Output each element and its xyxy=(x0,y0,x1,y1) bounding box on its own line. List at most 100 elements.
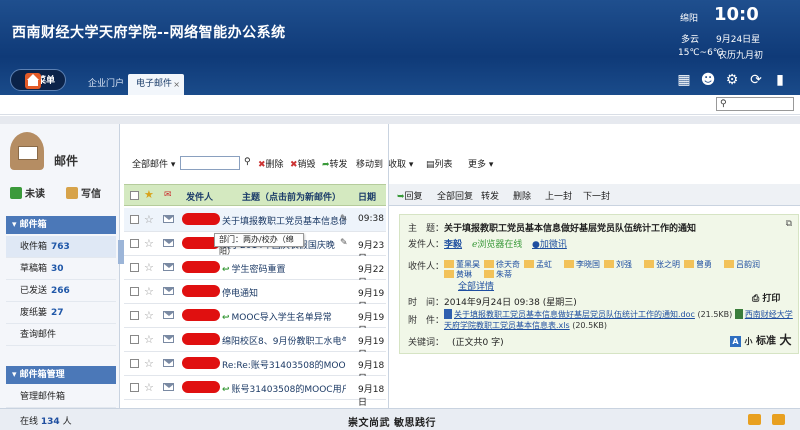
print-button[interactable]: ⎙ 打印 xyxy=(752,291,780,304)
recipient-tag[interactable]: 孟虹 xyxy=(524,259,552,270)
move-label: 移动到 xyxy=(356,160,384,170)
tab-bar: 菜单 企业门户 电子邮件 × xyxy=(0,68,660,95)
compose-button[interactable]: 写信 xyxy=(66,184,101,206)
font-standard-button[interactable]: 标准 xyxy=(756,336,776,347)
row-checkbox[interactable] xyxy=(130,359,139,368)
table-row[interactable]: ☆ 关于填报教职工党员基本信息做好 ✎ 09:38 xyxy=(124,208,386,232)
recipient-tag[interactable]: 刘强 xyxy=(604,259,632,270)
sidebar-item-manage[interactable]: 管理邮件箱 xyxy=(6,386,116,408)
section-manage[interactable]: ▾ 邮件箱管理 xyxy=(6,366,116,384)
row-subject-text: Re:Re:账号31403508的MOOC用户，密码 xyxy=(222,361,346,371)
recall-icon: ✖ xyxy=(290,160,298,170)
attachment-doc[interactable]: 关于填报教职工党员基本信息做好基层党员队伍统计工作的通知.doc (21.5KB… xyxy=(444,309,732,319)
delete-icon: ✖ xyxy=(258,160,266,170)
select-all-checkbox[interactable] xyxy=(130,191,139,200)
compose-label: 写信 xyxy=(81,189,101,200)
sender-status: ℯ浏览器在线 xyxy=(472,237,522,250)
subject-header[interactable]: 主题（点击前为新邮件） xyxy=(242,190,341,203)
star-icon[interactable]: ☆ xyxy=(144,285,154,298)
sender-name[interactable]: 李毅 xyxy=(444,237,462,250)
sender-redacted xyxy=(182,357,220,369)
tab-close-icon[interactable]: × xyxy=(173,74,180,95)
row-checkbox[interactable] xyxy=(130,263,139,272)
sidebar-item-drafts[interactable]: 草稿箱 30 xyxy=(6,258,116,280)
row-checkbox[interactable] xyxy=(130,287,139,296)
filter-dropdown[interactable]: 全部邮件 ▾ xyxy=(132,157,175,170)
sidebar-title: 邮件 xyxy=(54,154,79,168)
row-checkbox[interactable] xyxy=(130,335,139,344)
sidebar-item-trash[interactable]: 废纸篓 27 xyxy=(6,302,116,324)
tab-portal[interactable]: 企业门户 xyxy=(80,74,134,95)
reply-icon: ➥ xyxy=(397,192,405,202)
font-icon: A xyxy=(730,336,741,347)
star-icon[interactable]: ☆ xyxy=(144,213,154,226)
reply-icon: ↩ xyxy=(222,313,230,323)
menu-button[interactable]: 菜单 xyxy=(10,69,66,91)
message-icon[interactable] xyxy=(772,414,785,425)
move-dropdown[interactable]: 移动到 xyxy=(356,157,383,170)
row-checkbox[interactable] xyxy=(130,215,139,224)
sound-icon[interactable] xyxy=(748,414,761,425)
star-icon[interactable]: ☆ xyxy=(144,357,154,370)
row-checkbox[interactable] xyxy=(130,383,139,392)
sidebar-item-search[interactable]: 查询邮件 xyxy=(6,324,116,346)
font-big-button[interactable]: 大 xyxy=(779,333,791,347)
prev-button[interactable]: 上一封 xyxy=(545,189,572,202)
date-header[interactable]: 日期 xyxy=(358,190,376,203)
star-icon[interactable]: ☆ xyxy=(144,237,154,250)
table-row[interactable]: ☆ ↩账号31403508的MOOC用户，密码请 9月18日 xyxy=(124,376,386,408)
reply-all-button[interactable]: 全部回复 xyxy=(437,189,473,202)
reader-delete-button[interactable]: 删除 xyxy=(513,189,531,202)
contact-icon xyxy=(684,260,694,268)
recall-label: 销毁 xyxy=(297,160,316,170)
all-details-link[interactable]: 全部详情 xyxy=(458,279,494,292)
sidebar-item-sent[interactable]: 已发送 266 xyxy=(6,280,116,302)
lunar-date: 农历九月初 xyxy=(718,51,764,61)
font-size-controls: A 小 标准 大 xyxy=(730,331,791,348)
refresh-icon[interactable]: ⟳ xyxy=(748,72,764,88)
row-subject-text: MOOC导入学生名单异常 xyxy=(231,313,332,323)
font-small-button[interactable]: 小 xyxy=(744,337,752,346)
gear-icon[interactable]: ⚙ xyxy=(724,72,740,88)
apps-icon[interactable]: ▦ xyxy=(676,72,692,88)
message-time: 2014年9月24日 09:38 (星期三) xyxy=(444,298,577,308)
star-icon[interactable]: ☆ xyxy=(144,261,154,274)
forward-button[interactable]: ➦转发 xyxy=(322,157,348,170)
table-row[interactable]: ☆↩学生密码重置9月22日 xyxy=(124,256,386,288)
sidebar-item-inbox[interactable]: 收件箱 763 xyxy=(6,236,116,258)
global-search-input[interactable]: ⚲ xyxy=(716,97,794,111)
envelope-header-icon[interactable]: ✉ xyxy=(164,190,172,200)
star-header-icon[interactable]: ★ xyxy=(144,188,154,201)
next-button[interactable]: 下一封 xyxy=(583,189,610,202)
attachment-icon: ✎ xyxy=(340,214,348,224)
reply-button[interactable]: ➥回复 xyxy=(397,189,423,202)
recipient-tag[interactable]: 李晓国 xyxy=(564,259,600,270)
table-row[interactable]: ☆Re:Re:账号31403508的MOOC用户，密码9月18日 xyxy=(124,352,386,384)
row-checkbox[interactable] xyxy=(130,311,139,320)
tab-email[interactable]: 电子邮件 × xyxy=(128,74,184,95)
delete-button[interactable]: ✖删除 xyxy=(258,157,284,170)
search-icon[interactable]: ⚲ xyxy=(244,157,251,167)
star-icon[interactable]: ☆ xyxy=(144,333,154,346)
star-icon[interactable]: ☆ xyxy=(144,309,154,322)
popout-icon[interactable]: ⧉ xyxy=(786,219,792,229)
user-icon[interactable]: ☻ xyxy=(700,72,716,88)
table-row[interactable]: ☆停电通知9月19日 xyxy=(124,280,386,312)
reader-forward-button[interactable]: 转发 xyxy=(481,189,499,202)
recipient-tag[interactable]: 曾勇 xyxy=(684,259,712,270)
row-checkbox[interactable] xyxy=(130,239,139,248)
add-contact-link[interactable]: ●加微讯 xyxy=(532,237,567,250)
online-count: 在线 134 人 xyxy=(20,414,72,427)
recall-button[interactable]: ✖销毁 xyxy=(290,157,316,170)
table-row[interactable]: ☆绵阳校区8、9月份教职工水电气费9月19日 xyxy=(124,328,386,360)
recipient-tag[interactable]: 吕韵润 xyxy=(724,259,760,270)
unread-button[interactable]: 未读 xyxy=(10,184,45,206)
usb-icon[interactable]: ▮ xyxy=(772,72,788,88)
list-search-input[interactable] xyxy=(180,156,240,170)
recipient-tag[interactable]: 张之明 xyxy=(644,259,680,270)
table-row[interactable]: ☆↩MOOC导入学生名单异常9月19日 xyxy=(124,304,386,336)
envelope-icon xyxy=(163,335,174,343)
section-mailbox[interactable]: ▾ 邮件箱 xyxy=(6,216,116,234)
sender-header[interactable]: 发件人 xyxy=(186,190,213,203)
star-icon[interactable]: ☆ xyxy=(144,381,154,394)
